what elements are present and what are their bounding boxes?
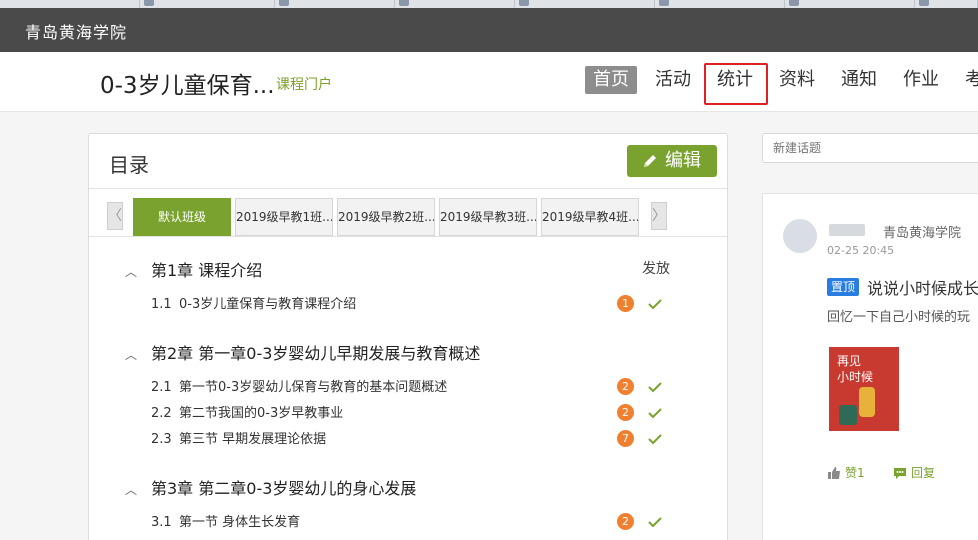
count-badge: 2 <box>617 378 634 395</box>
browser-tab[interactable] <box>785 0 915 8</box>
section-title: 第三节 早期发展理论依据 <box>179 432 327 447</box>
section-number: 3.1 <box>151 515 172 530</box>
nav-homework[interactable]: 作业 <box>903 66 939 94</box>
class-tab-default[interactable]: 默认班级 <box>133 198 231 236</box>
post-image-caption: 再见 小时候 <box>837 354 874 384</box>
illustration-figure <box>839 405 857 425</box>
section-number: 2.2 <box>151 406 172 421</box>
chapter-title: 第3章 第二章0-3岁婴幼儿的身心发展 <box>151 479 417 498</box>
comment-icon <box>894 468 906 479</box>
class-tab-2[interactable]: 2019级早教2班... <box>337 198 435 236</box>
statistics-highlight-box <box>704 63 768 105</box>
post-excerpt: 回忆一下自己小时候的玩 <box>827 310 971 325</box>
chevron-up-icon[interactable]: ︿ <box>125 481 139 498</box>
chapter-title: 第1章 课程介绍 <box>151 261 263 280</box>
count-badge: 7 <box>617 430 634 447</box>
section-row[interactable]: 3.1 第一节 身体生长发育 <box>151 511 300 530</box>
class-tab-3[interactable]: 2019级早教3班... <box>439 198 537 236</box>
nav-materials[interactable]: 资料 <box>779 66 815 94</box>
new-topic-input[interactable] <box>762 133 978 163</box>
like-button[interactable]: 赞1 <box>827 464 865 481</box>
post-date: 02-25 20:45 <box>827 244 895 257</box>
count-badge: 2 <box>617 513 634 530</box>
browser-tab[interactable] <box>655 0 785 8</box>
browser-tab[interactable] <box>395 0 515 8</box>
chevron-up-icon[interactable]: ︿ <box>125 346 139 363</box>
check-icon[interactable] <box>647 432 663 446</box>
post-image[interactable]: 再见 小时候 <box>829 347 899 431</box>
post-title[interactable]: 说说小时候成长 <box>867 275 978 299</box>
school-name[interactable]: 青岛黄海学院 <box>25 19 127 43</box>
browser-tab-strip <box>0 0 978 8</box>
section-number: 2.3 <box>151 432 172 447</box>
illustration-figure <box>859 387 875 417</box>
reply-button[interactable]: 回复 <box>893 464 935 481</box>
author-name-blurred <box>829 224 865 236</box>
chapter-row[interactable]: ︿ 第1章 课程介绍 <box>125 257 262 281</box>
nav-notices[interactable]: 通知 <box>841 66 877 94</box>
edit-button[interactable]: 编辑 <box>627 145 717 177</box>
class-tab-1[interactable]: 2019级早教1班... <box>235 198 333 236</box>
browser-tab[interactable] <box>0 0 140 8</box>
tab-favicon-icon <box>519 0 529 6</box>
check-icon[interactable] <box>647 297 663 311</box>
publish-column-label: 发放 <box>642 261 670 277</box>
author-school: 青岛黄海学院 <box>883 226 962 241</box>
check-icon[interactable] <box>647 406 663 420</box>
count-badge: 1 <box>617 295 634 312</box>
like-label: 赞1 <box>845 466 865 480</box>
course-portal-link[interactable]: 课程门户 <box>276 74 332 94</box>
thumbs-up-icon <box>828 467 840 479</box>
nav-activity[interactable]: 活动 <box>655 66 691 94</box>
catalog-title: 目录 <box>109 153 149 177</box>
browser-tab[interactable] <box>140 0 275 8</box>
section-number: 2.1 <box>151 380 172 395</box>
tab-favicon-icon <box>789 0 799 6</box>
tab-favicon-icon <box>144 0 154 6</box>
section-title: 第一节0-3岁婴幼儿保育与教育的基本问题概述 <box>179 380 448 395</box>
section-row[interactable]: 2.2 第二节我国的0-3岁早教事业 <box>151 402 343 421</box>
tab-favicon-icon <box>279 0 289 6</box>
check-icon[interactable] <box>647 380 663 394</box>
chapter-row[interactable]: ︿ 第2章 第一章0-3岁婴幼儿早期发展与教育概述 <box>125 340 480 364</box>
section-title: 第二节我国的0-3岁早教事业 <box>179 406 344 421</box>
section-row[interactable]: 2.1 第一节0-3岁婴幼儿保育与教育的基本问题概述 <box>151 376 447 395</box>
catalog-header: 目录 编辑 <box>89 134 727 189</box>
browser-tab[interactable] <box>515 0 655 8</box>
catalog-panel: 目录 编辑 〈 默认班级 2019级早教1班... 2019级早教2班... 2… <box>88 133 728 540</box>
tab-favicon-icon <box>659 0 669 6</box>
tab-favicon-icon <box>919 0 929 6</box>
section-row[interactable]: 1.1 0-3岁儿童保育与教育课程介绍 <box>151 293 356 312</box>
edit-button-label: 编辑 <box>665 150 701 171</box>
class-tab-4[interactable]: 2019级早教4班... <box>541 198 639 236</box>
count-badge: 2 <box>617 404 634 421</box>
chapter-title: 第2章 第一章0-3岁婴幼儿早期发展与教育概述 <box>151 344 481 363</box>
site-header: 青岛黄海学院 <box>0 8 978 52</box>
section-number: 1.1 <box>151 297 172 312</box>
course-title: 0-3岁儿童保育... <box>100 73 275 99</box>
tabs-prev-button[interactable]: 〈 <box>107 202 123 230</box>
browser-tab[interactable] <box>915 0 978 8</box>
reply-label: 回复 <box>911 466 936 480</box>
pinned-badge: 置顶 <box>827 278 860 296</box>
section-title: 第一节 身体生长发育 <box>179 515 301 530</box>
chapter-row[interactable]: ︿ 第3章 第二章0-3岁婴幼儿的身心发展 <box>125 475 416 499</box>
nav-home[interactable]: 首页 <box>585 66 637 94</box>
post-card: 青岛黄海学院 02-25 20:45 置顶 说说小时候成长 回忆一下自己小时候的… <box>762 193 978 540</box>
pencil-icon <box>644 155 656 167</box>
avatar[interactable] <box>783 219 817 253</box>
tabs-divider <box>89 236 727 237</box>
tabs-next-button[interactable]: 〉 <box>651 202 667 230</box>
check-icon[interactable] <box>647 515 663 529</box>
chevron-up-icon[interactable]: ︿ <box>125 263 139 280</box>
course-header: 0-3岁儿童保育... 课程门户 首页 活动 统计 资料 通知 作业 考 <box>0 52 978 112</box>
tab-favicon-icon <box>399 0 409 6</box>
section-row[interactable]: 2.3 第三节 早期发展理论依据 <box>151 428 326 447</box>
browser-tab[interactable] <box>275 0 395 8</box>
nav-exam[interactable]: 考 <box>965 66 978 94</box>
section-title: 0-3岁儿童保育与教育课程介绍 <box>179 297 357 312</box>
class-tabs: 〈 默认班级 2019级早教1班... 2019级早教2班... 2019级早教… <box>107 198 667 236</box>
